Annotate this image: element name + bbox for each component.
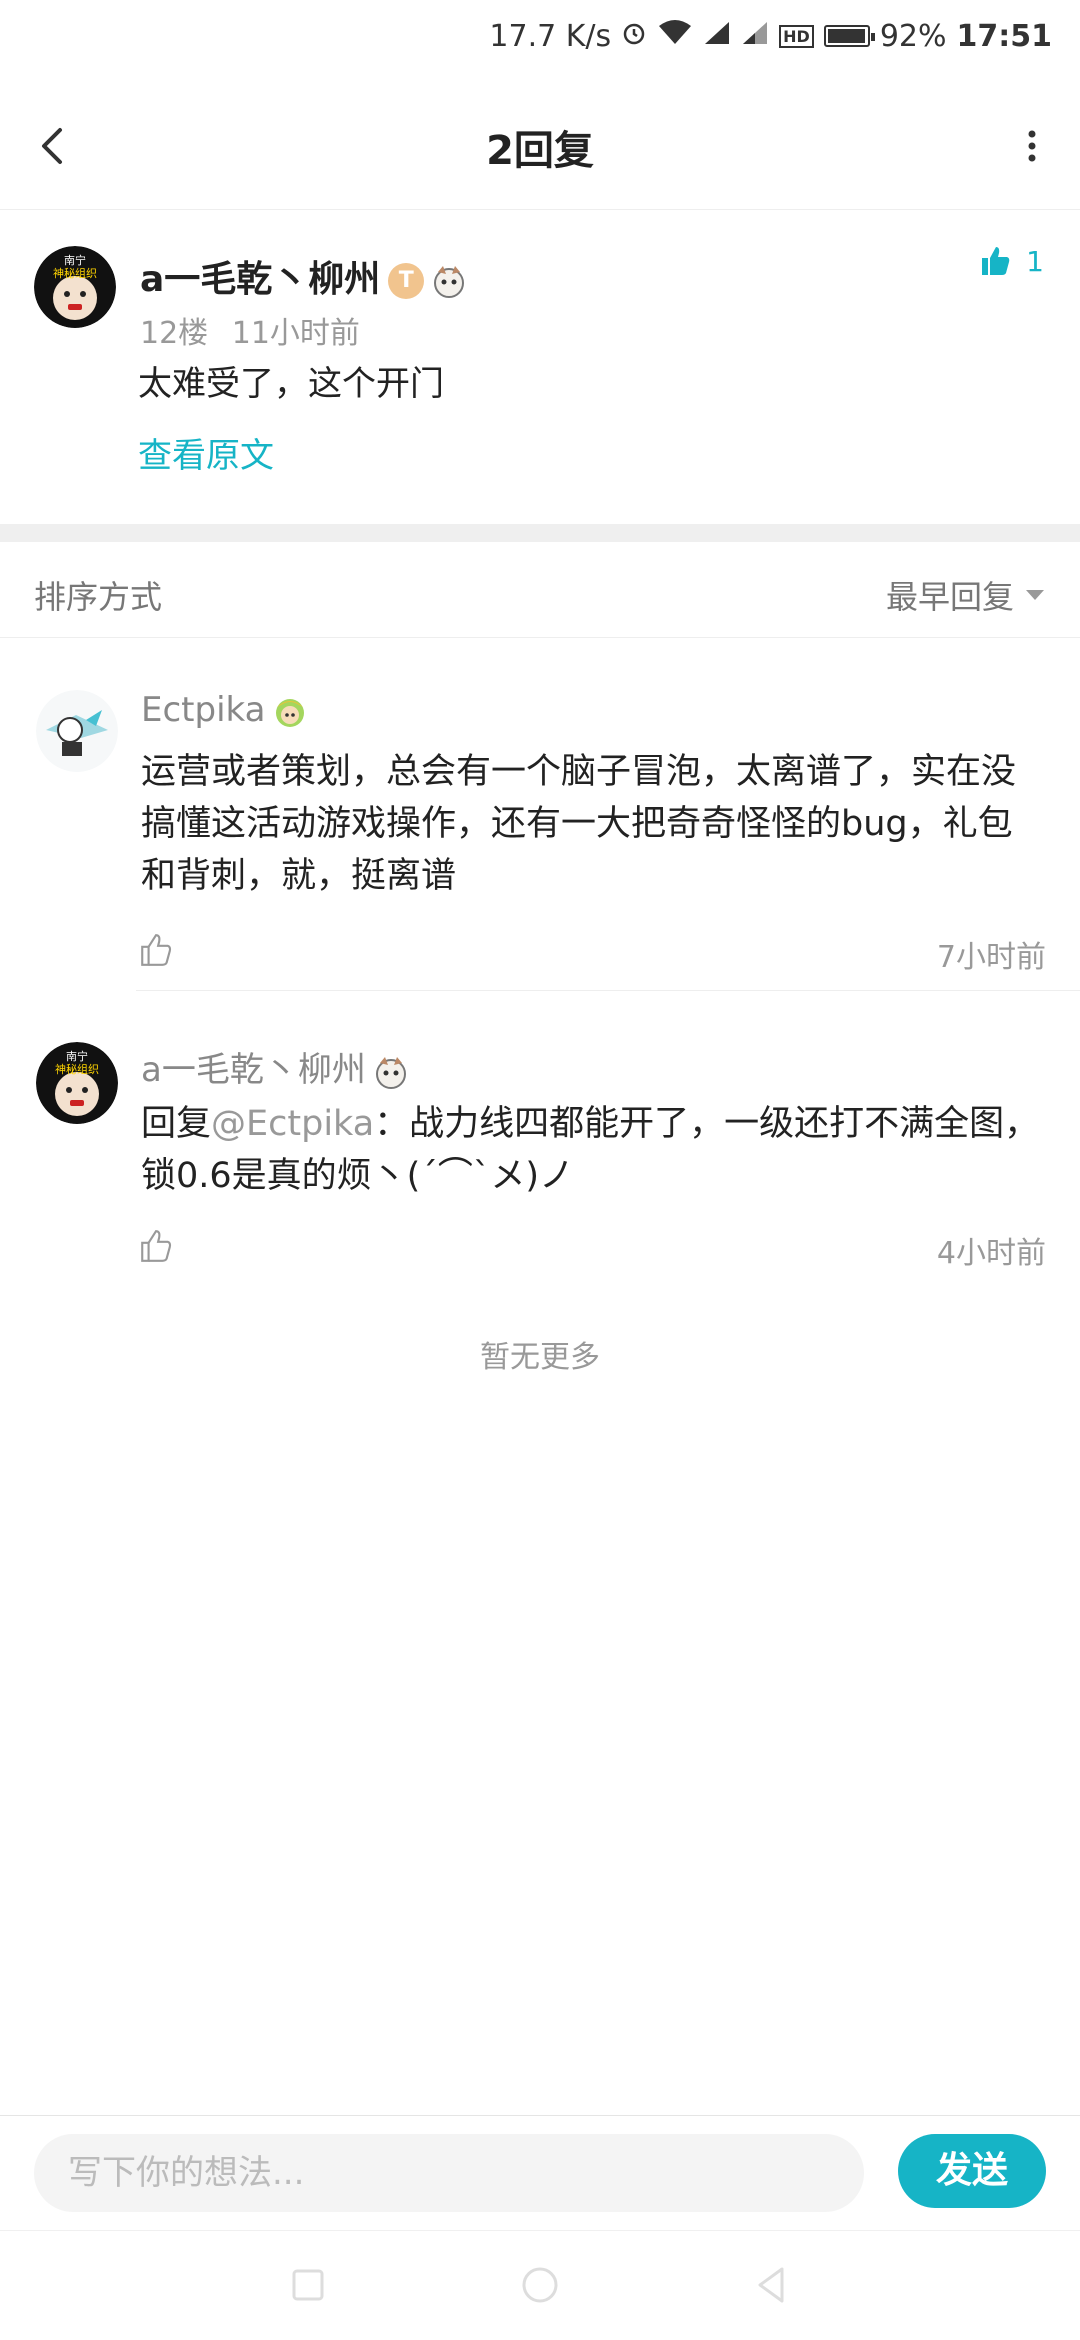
- post-floor: 12楼: [140, 316, 209, 351]
- post-author[interactable]: a一毛乾丶柳州 T: [140, 250, 468, 302]
- post-time: 11小时前: [231, 316, 360, 351]
- no-more-text: 暂无更多: [480, 1340, 600, 1375]
- post-content: 太难受了，这个开门: [138, 364, 444, 404]
- reply-item: Ectpika 运营或者策划，总会有一个脑子冒泡，太离谱了，实在没搞懂这活动游戏…: [0, 690, 1080, 991]
- avatar-caption-2: 神秘组织: [53, 266, 97, 280]
- avatar-caption-2: 神秘组织: [55, 1062, 99, 1076]
- thumbs-up-outline-icon: [141, 1230, 172, 1262]
- app-header: 2回复: [0, 82, 1080, 210]
- reply-like-button[interactable]: [138, 1228, 174, 1264]
- reply-time: 4小时前: [936, 1236, 1046, 1271]
- back-nav-button[interactable]: [748, 2261, 796, 2309]
- like-button[interactable]: 1: [978, 244, 1044, 278]
- circle-icon: [522, 2267, 558, 2303]
- wifi-icon: [657, 18, 693, 54]
- avatar[interactable]: 南宁 神秘组织: [34, 246, 116, 328]
- section-divider: [0, 524, 1080, 542]
- pet-badge-icon: [372, 1053, 410, 1091]
- more-button[interactable]: [996, 116, 1052, 176]
- sort-bar: 排序方式 最早回复: [0, 542, 1080, 638]
- like-count: 1: [1026, 244, 1044, 278]
- signal-icon: [703, 19, 731, 54]
- reply-avatar[interactable]: [36, 690, 118, 772]
- comment-input[interactable]: [34, 2134, 864, 2212]
- reply-author[interactable]: a一毛乾丶柳州: [141, 1042, 410, 1091]
- page: 17.7 K/s HD 92% 17:51 2回复 南宁 神秘组织 a一毛乾丶柳…: [0, 0, 1080, 2340]
- level-badge-icon: T: [388, 263, 425, 299]
- clock: 17:51: [956, 18, 1053, 54]
- more-vertical-icon: [1028, 130, 1036, 162]
- reply-content: 回复@Ectpika：战力线四都能开了，一级还打不满全图，锁0.6是真的烦丶(ˊ…: [141, 1098, 1041, 1202]
- reply-author-name[interactable]: a一毛乾丶柳州: [141, 1050, 366, 1090]
- post-meta: 12楼 11小时前: [140, 308, 360, 352]
- status-bar: 17.7 K/s HD 92% 17:51: [0, 0, 1080, 82]
- divider: [136, 990, 1080, 991]
- reply-item: 南宁 神秘组织 a一毛乾丶柳州 回复@Ectpika：战力线四都能开了，一级还打…: [0, 1042, 1080, 1271]
- avatar-caption-1: 南宁: [66, 1049, 88, 1063]
- signal-icon-2: [741, 19, 769, 54]
- home-button[interactable]: [516, 2261, 564, 2309]
- battery-percent: 92%: [879, 18, 947, 54]
- triangle-back-icon: [758, 2267, 784, 2303]
- composer-bar: 发送: [0, 2115, 1080, 2230]
- send-button[interactable]: 发送: [898, 2134, 1046, 2208]
- post-author-name[interactable]: a一毛乾丶柳州: [140, 259, 380, 300]
- reply-time: 7小时前: [936, 940, 1046, 975]
- square-icon: [292, 2269, 324, 2301]
- recents-button[interactable]: [284, 2261, 332, 2309]
- battery-icon: [823, 25, 875, 47]
- sort-dropdown[interactable]: 最早回复: [886, 572, 1044, 618]
- reply-author-name[interactable]: Ectpika: [141, 690, 265, 730]
- thumbs-up-icon: [982, 247, 1010, 275]
- reply-prefix: 回复: [141, 1104, 212, 1144]
- reply-avatar[interactable]: 南宁 神秘组织: [36, 1042, 118, 1124]
- avatar-badge-icon: [271, 693, 309, 731]
- page-title: 2回复: [486, 128, 594, 174]
- sort-selected: 最早回复: [885, 578, 1014, 616]
- reply-author[interactable]: Ectpika: [141, 690, 309, 731]
- mention-link[interactable]: @Ectpika: [211, 1104, 374, 1144]
- original-post: 南宁 神秘组织 a一毛乾丶柳州 T 12楼 11小时前 太难受了，这个开门 查看原…: [0, 210, 1080, 524]
- thumbs-up-outline-icon: [141, 934, 172, 966]
- system-nav-bar: [0, 2230, 1080, 2340]
- sort-label: 排序方式: [34, 578, 163, 616]
- avatar-caption-1: 南宁: [64, 253, 86, 267]
- reply-like-button[interactable]: [138, 932, 174, 968]
- hd-icon: HD: [779, 24, 814, 48]
- alarm-icon: [621, 19, 647, 54]
- view-original-link[interactable]: 查看原文: [138, 428, 274, 477]
- caret-down-icon: [1026, 590, 1044, 600]
- reply-content: 运营或者策划，总会有一个脑子冒泡，太离谱了，实在没搞懂这活动游戏操作，还有一大把…: [141, 752, 1017, 896]
- pet-badge-icon: [430, 262, 468, 300]
- net-speed: 17.7 K/s: [489, 18, 612, 54]
